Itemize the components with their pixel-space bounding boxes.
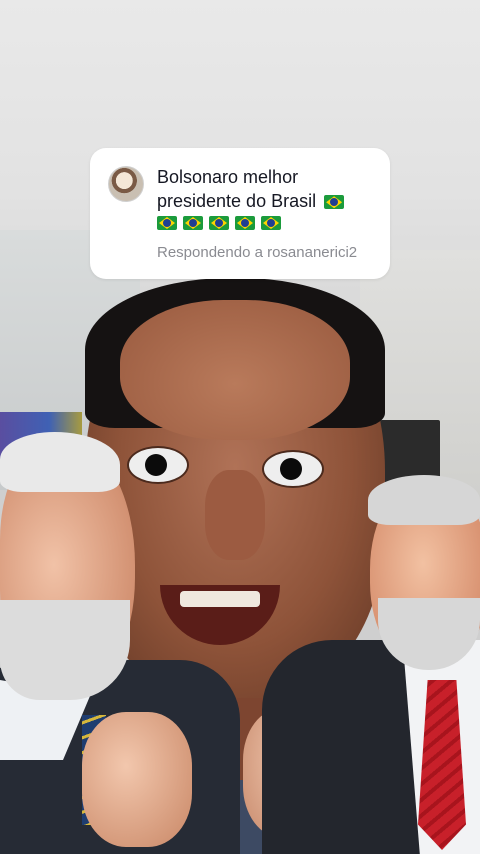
brazil-flag-icon [209, 216, 229, 230]
brazil-flag-icon [183, 216, 203, 230]
video-frame[interactable] [0, 0, 480, 854]
creator-nose [205, 470, 265, 560]
creator-eye-right [262, 450, 324, 488]
comment-text: Bolsonaro melhor presidente do Brasil [157, 167, 317, 211]
creator-eye-left [127, 446, 189, 484]
brazil-flag-icon [157, 216, 177, 230]
brazil-flag-icon [324, 195, 345, 210]
left-fist [82, 712, 192, 847]
brazil-flag-icon [235, 216, 255, 230]
creator-forehead [120, 300, 350, 440]
replying-to-label: Respondendo a rosananerici2 [157, 244, 358, 261]
creator-teeth [180, 591, 260, 607]
flag-row [157, 216, 382, 230]
comment-text-block: Bolsonaro melhor presidente do Brasil [157, 165, 382, 230]
right-person-hair [368, 475, 480, 525]
commenter-avatar[interactable] [108, 166, 144, 202]
reply-comment-sticker[interactable]: Bolsonaro melhor presidente do Brasil Re… [90, 148, 390, 279]
brazil-flag-icon [261, 216, 281, 230]
